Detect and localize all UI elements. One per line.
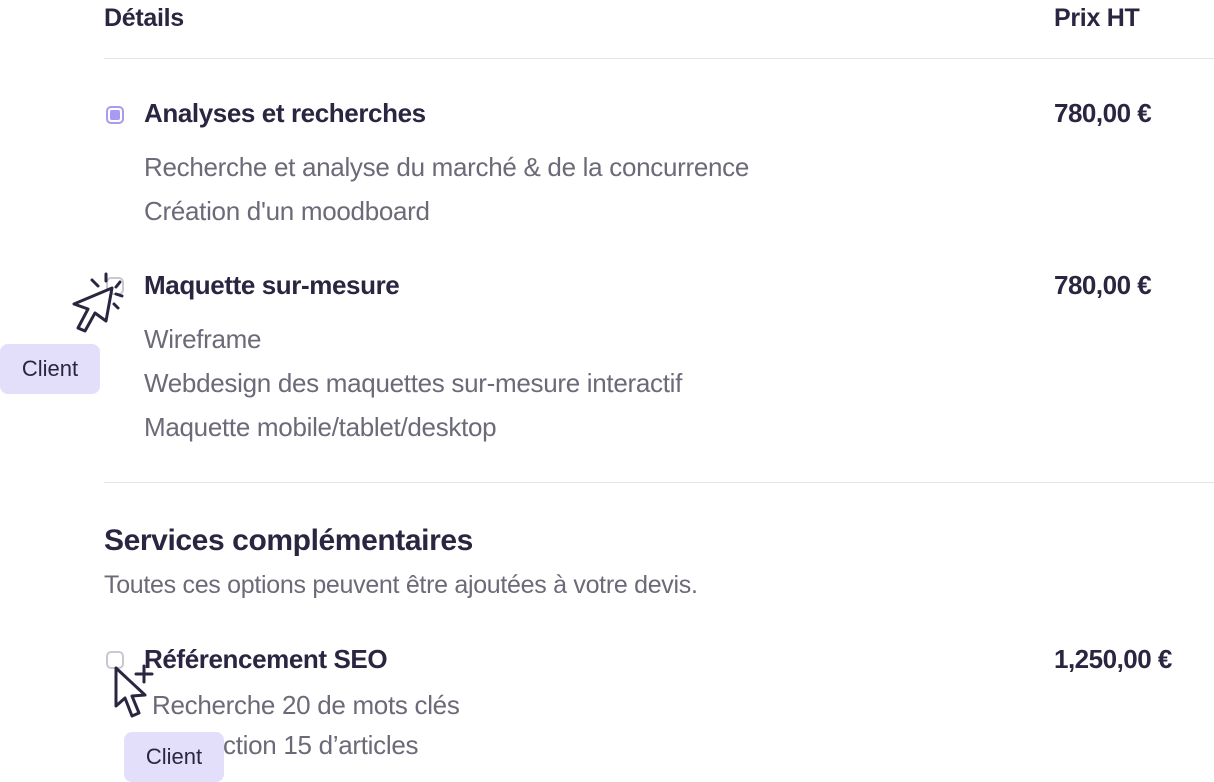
section-description: Toutes ces options peuvent être ajoutées… [104, 571, 698, 599]
item-price: 780,00 € [1054, 98, 1152, 128]
add-cursor-icon [114, 664, 154, 718]
item-detail-line: Wireframe [144, 324, 262, 354]
section-title: Services complémentaires [104, 524, 473, 557]
header-divider [104, 58, 1214, 59]
item-detail-line: Recherche et analyse du marché & de la c… [144, 152, 750, 182]
item-title: Analyses et recherches [144, 98, 426, 128]
item-detail-line: Maquette mobile/tablet/desktop [144, 412, 497, 442]
item-detail-line: Webdesign des maquettes sur-mesure inter… [144, 368, 683, 398]
section-divider [104, 482, 1214, 483]
item-detail-line: Création d'un moodboard [144, 196, 430, 226]
item-detail-line: Recherche 20 de mots clés [152, 690, 460, 720]
item-price: 1,250,00 € [1054, 644, 1172, 674]
click-cursor-icon [72, 272, 124, 333]
client-cursor-badge: Client [124, 732, 224, 782]
price-header: Prix HT [1054, 4, 1140, 32]
item-title: Maquette sur-mesure [144, 270, 400, 300]
details-header: Détails [104, 4, 184, 32]
client-cursor-badge: Client [0, 344, 100, 394]
item-price: 780,00 € [1054, 270, 1152, 300]
item-detail-line: ction 15 d’articles [223, 730, 419, 760]
item-title: Référencement SEO [144, 644, 388, 674]
item-checkbox-analyses[interactable] [106, 106, 124, 124]
